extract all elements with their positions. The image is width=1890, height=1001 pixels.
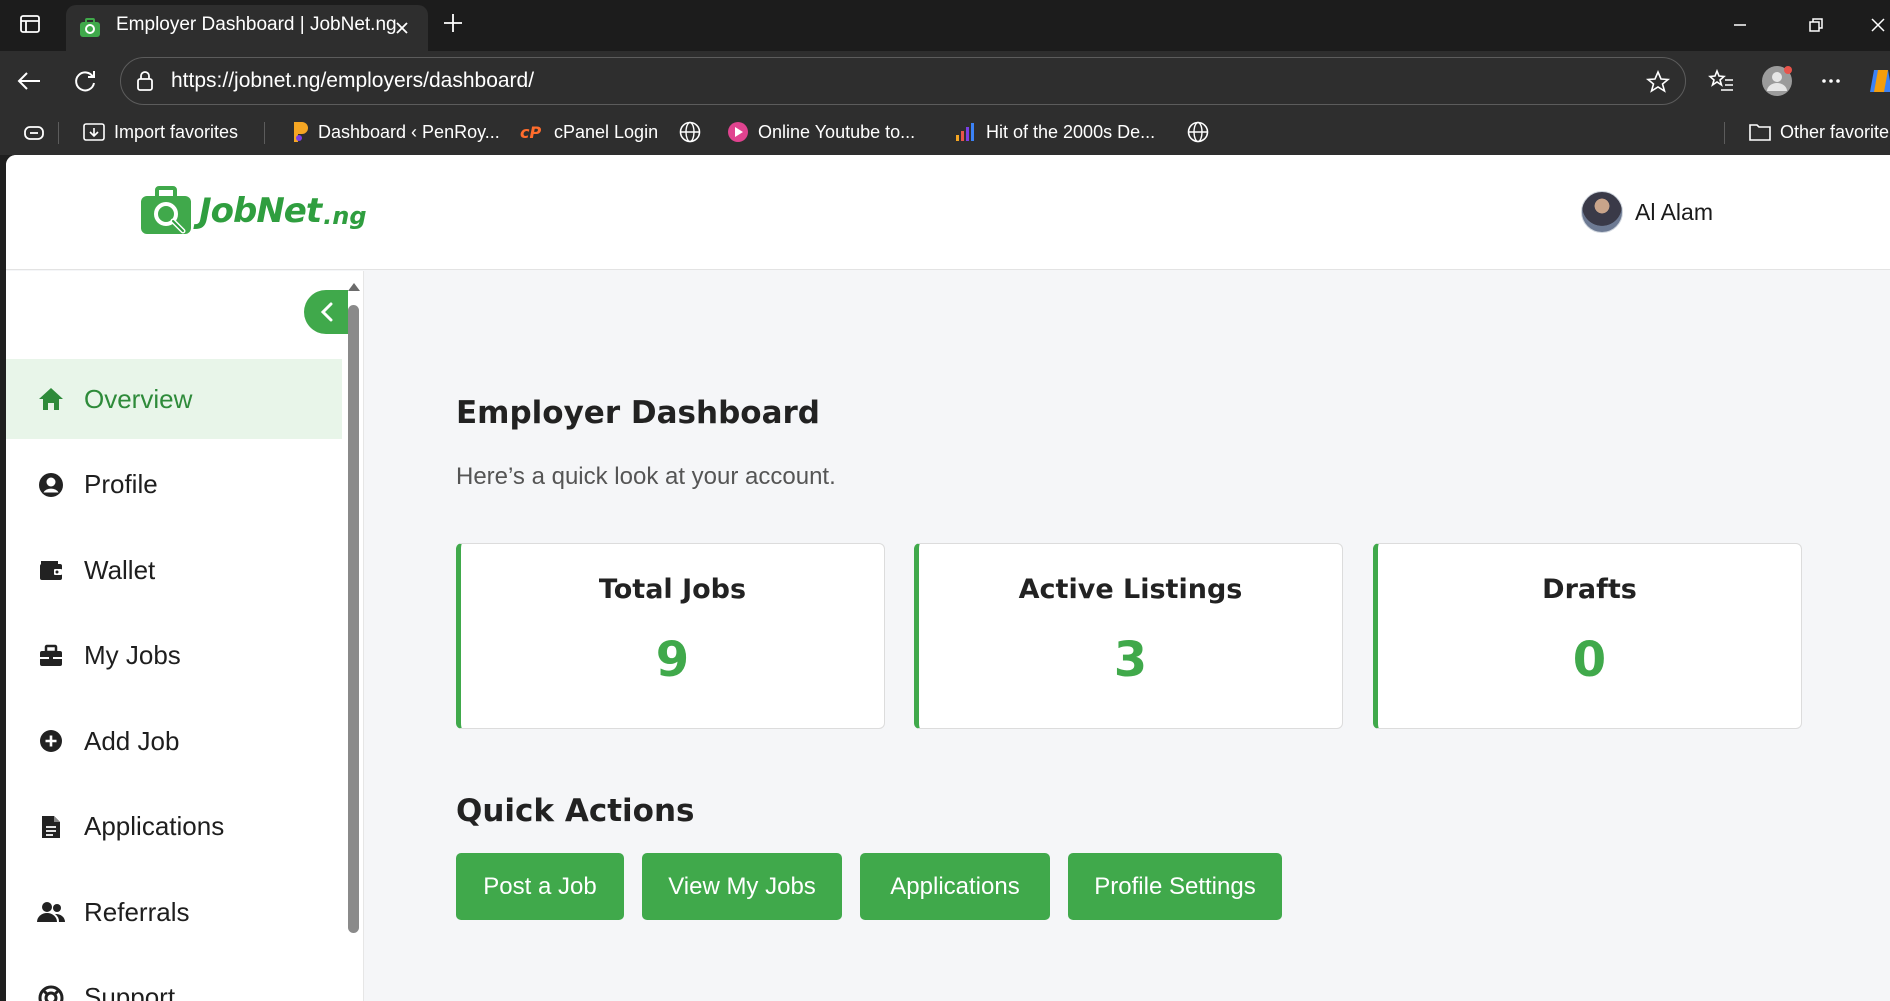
stat-value: 3: [1113, 632, 1148, 688]
sidebar-item-applications[interactable]: Applications: [6, 787, 342, 867]
penroyal-icon: [294, 122, 308, 142]
user-circle-icon: [36, 470, 66, 500]
web-page: JobNet .ng Al Alam Overview Profile Wall…: [6, 155, 1890, 1001]
sidebar-item-label: Add Job: [84, 725, 180, 756]
scrollbar-thumb[interactable]: [348, 305, 359, 933]
svg-text:cP: cP: [520, 123, 541, 142]
user-name: Al Alam: [1635, 198, 1713, 225]
view-my-jobs-button[interactable]: View My Jobs: [642, 853, 842, 920]
bookmark-hits-2000s[interactable]: Hit of the 2000s De...: [954, 119, 1155, 145]
import-icon: [83, 123, 105, 141]
bookmark-globe-1[interactable]: [678, 119, 702, 145]
sidebar-item-referrals[interactable]: Referrals: [6, 872, 342, 952]
page-subtitle: Here’s a quick look at your account.: [456, 463, 836, 490]
stat-label: Total Jobs: [598, 574, 747, 605]
stat-value: 0: [1572, 632, 1607, 688]
chevron-left-icon: [320, 302, 333, 322]
browser-tab-active[interactable]: Employer Dashboard | JobNet.ng: [66, 5, 428, 51]
back-arrow-icon[interactable]: [14, 66, 44, 96]
tab-actions-icon[interactable]: [18, 12, 42, 36]
bookmarks-separator: [264, 122, 265, 144]
briefcase-search-logo-icon: [141, 186, 191, 234]
sidebar-item-label: Profile: [84, 469, 158, 499]
user-menu[interactable]: Al Alam: [1581, 191, 1713, 233]
stat-card-active-listings: Active Listings 3: [914, 543, 1343, 729]
bookmark-cpanel-login[interactable]: cP cPanel Login: [520, 119, 658, 145]
sidebar-item-label: My Jobs: [84, 640, 181, 670]
post-a-job-button[interactable]: Post a Job: [456, 853, 624, 920]
sidebar-item-label: Support: [84, 982, 176, 1001]
home-icon: [36, 384, 66, 414]
globe-icon: [1187, 121, 1209, 143]
stat-card-total-jobs: Total Jobs 9: [456, 543, 885, 729]
copilot-icon[interactable]: [1866, 66, 1890, 96]
sidebar-item-profile[interactable]: Profile: [6, 445, 342, 525]
stat-card-drafts: Drafts 0: [1373, 543, 1802, 729]
bookmarks-separator: [58, 122, 59, 144]
jobnet-logo[interactable]: JobNet .ng: [139, 183, 367, 239]
bookmark-other-favorites[interactable]: Other favorite: [1748, 119, 1889, 145]
sidebar: Overview Profile Wallet My Jobs Add Job …: [6, 271, 364, 1001]
browser-titlebar: Employer Dashboard | JobNet.ng: [0, 0, 1890, 51]
stat-label: Drafts: [1542, 574, 1637, 605]
avatar[interactable]: [1581, 191, 1623, 233]
folder-icon: [1749, 124, 1771, 141]
browser-toolbar: https://jobnet.ng/employers/dashboard/: [0, 51, 1890, 110]
reading-list-icon[interactable]: [22, 122, 46, 144]
tab-title: Employer Dashboard | JobNet.ng: [116, 14, 397, 35]
bookmark-youtube-converter[interactable]: Online Youtube to...: [726, 119, 915, 145]
bookmark-penroy-dashboard[interactable]: Dashboard ‹ PenRoy...: [290, 119, 500, 145]
jobnet-favicon-icon: [80, 18, 100, 37]
globe-icon: [679, 121, 701, 143]
restore-icon[interactable]: [1804, 13, 1828, 37]
equalizer-icon: [956, 123, 974, 141]
sidebar-item-wallet[interactable]: Wallet: [6, 530, 342, 610]
sidebar-item-support[interactable]: Support: [6, 958, 342, 1001]
bookmark-globe-2[interactable]: [1186, 119, 1210, 145]
lock-icon[interactable]: [133, 69, 157, 93]
bookmarks-bar: Import favorites Dashboard ‹ PenRoy... c…: [0, 110, 1890, 155]
bookmarks-separator: [1724, 122, 1725, 144]
url-text[interactable]: https://jobnet.ng/employers/dashboard/: [171, 69, 534, 93]
sidebar-collapse-button[interactable]: [304, 290, 348, 334]
wallet-icon: [36, 555, 66, 585]
address-bar[interactable]: https://jobnet.ng/employers/dashboard/: [120, 57, 1686, 105]
sidebar-item-my-jobs[interactable]: My Jobs: [6, 616, 342, 696]
sidebar-item-label: Referrals: [84, 896, 190, 927]
logo-suffix: .ng: [323, 202, 367, 230]
profile-avatar-icon[interactable]: [1760, 64, 1794, 98]
lifebuoy-icon: [36, 983, 66, 1001]
stat-label: Active Listings: [1018, 574, 1243, 605]
refresh-icon[interactable]: [70, 66, 100, 96]
document-icon: [36, 812, 66, 842]
profile-settings-button[interactable]: Profile Settings: [1068, 853, 1282, 920]
sidebar-item-label: Applications: [84, 811, 225, 841]
stat-value: 9: [655, 632, 690, 688]
sidebar-item-label: Overview: [84, 383, 193, 414]
sidebar-nav: Overview Profile Wallet My Jobs Add Job …: [6, 359, 342, 1001]
bookmark-import-favorites[interactable]: Import favorites: [82, 119, 238, 145]
minimize-icon[interactable]: [1728, 13, 1752, 37]
logo-text: JobNet: [199, 191, 322, 231]
cpanel-icon: cP: [520, 123, 541, 142]
youtube-converter-icon: [728, 122, 748, 142]
sidebar-item-add-job[interactable]: Add Job: [6, 701, 342, 781]
more-options-icon[interactable]: [1816, 66, 1846, 96]
plus-circle-icon: [36, 726, 66, 756]
scroll-up-arrow-icon[interactable]: [348, 283, 360, 291]
sidebar-scrollbar[interactable]: [346, 277, 360, 1001]
close-window-icon[interactable]: [1866, 13, 1890, 37]
sidebar-item-label: Wallet: [84, 554, 156, 585]
site-header: JobNet .ng Al Alam: [6, 155, 1890, 270]
briefcase-icon: [36, 641, 66, 671]
quick-actions-title: Quick Actions: [456, 793, 695, 829]
tab-close-icon[interactable]: [392, 18, 412, 38]
applications-button[interactable]: Applications: [860, 853, 1050, 920]
favorite-star-icon[interactable]: [1645, 69, 1671, 95]
favorites-icon[interactable]: [1706, 66, 1736, 96]
users-icon: [36, 897, 66, 927]
sidebar-item-overview[interactable]: Overview: [6, 359, 342, 439]
new-tab-icon[interactable]: [440, 10, 466, 36]
page-title: Employer Dashboard: [456, 395, 820, 431]
